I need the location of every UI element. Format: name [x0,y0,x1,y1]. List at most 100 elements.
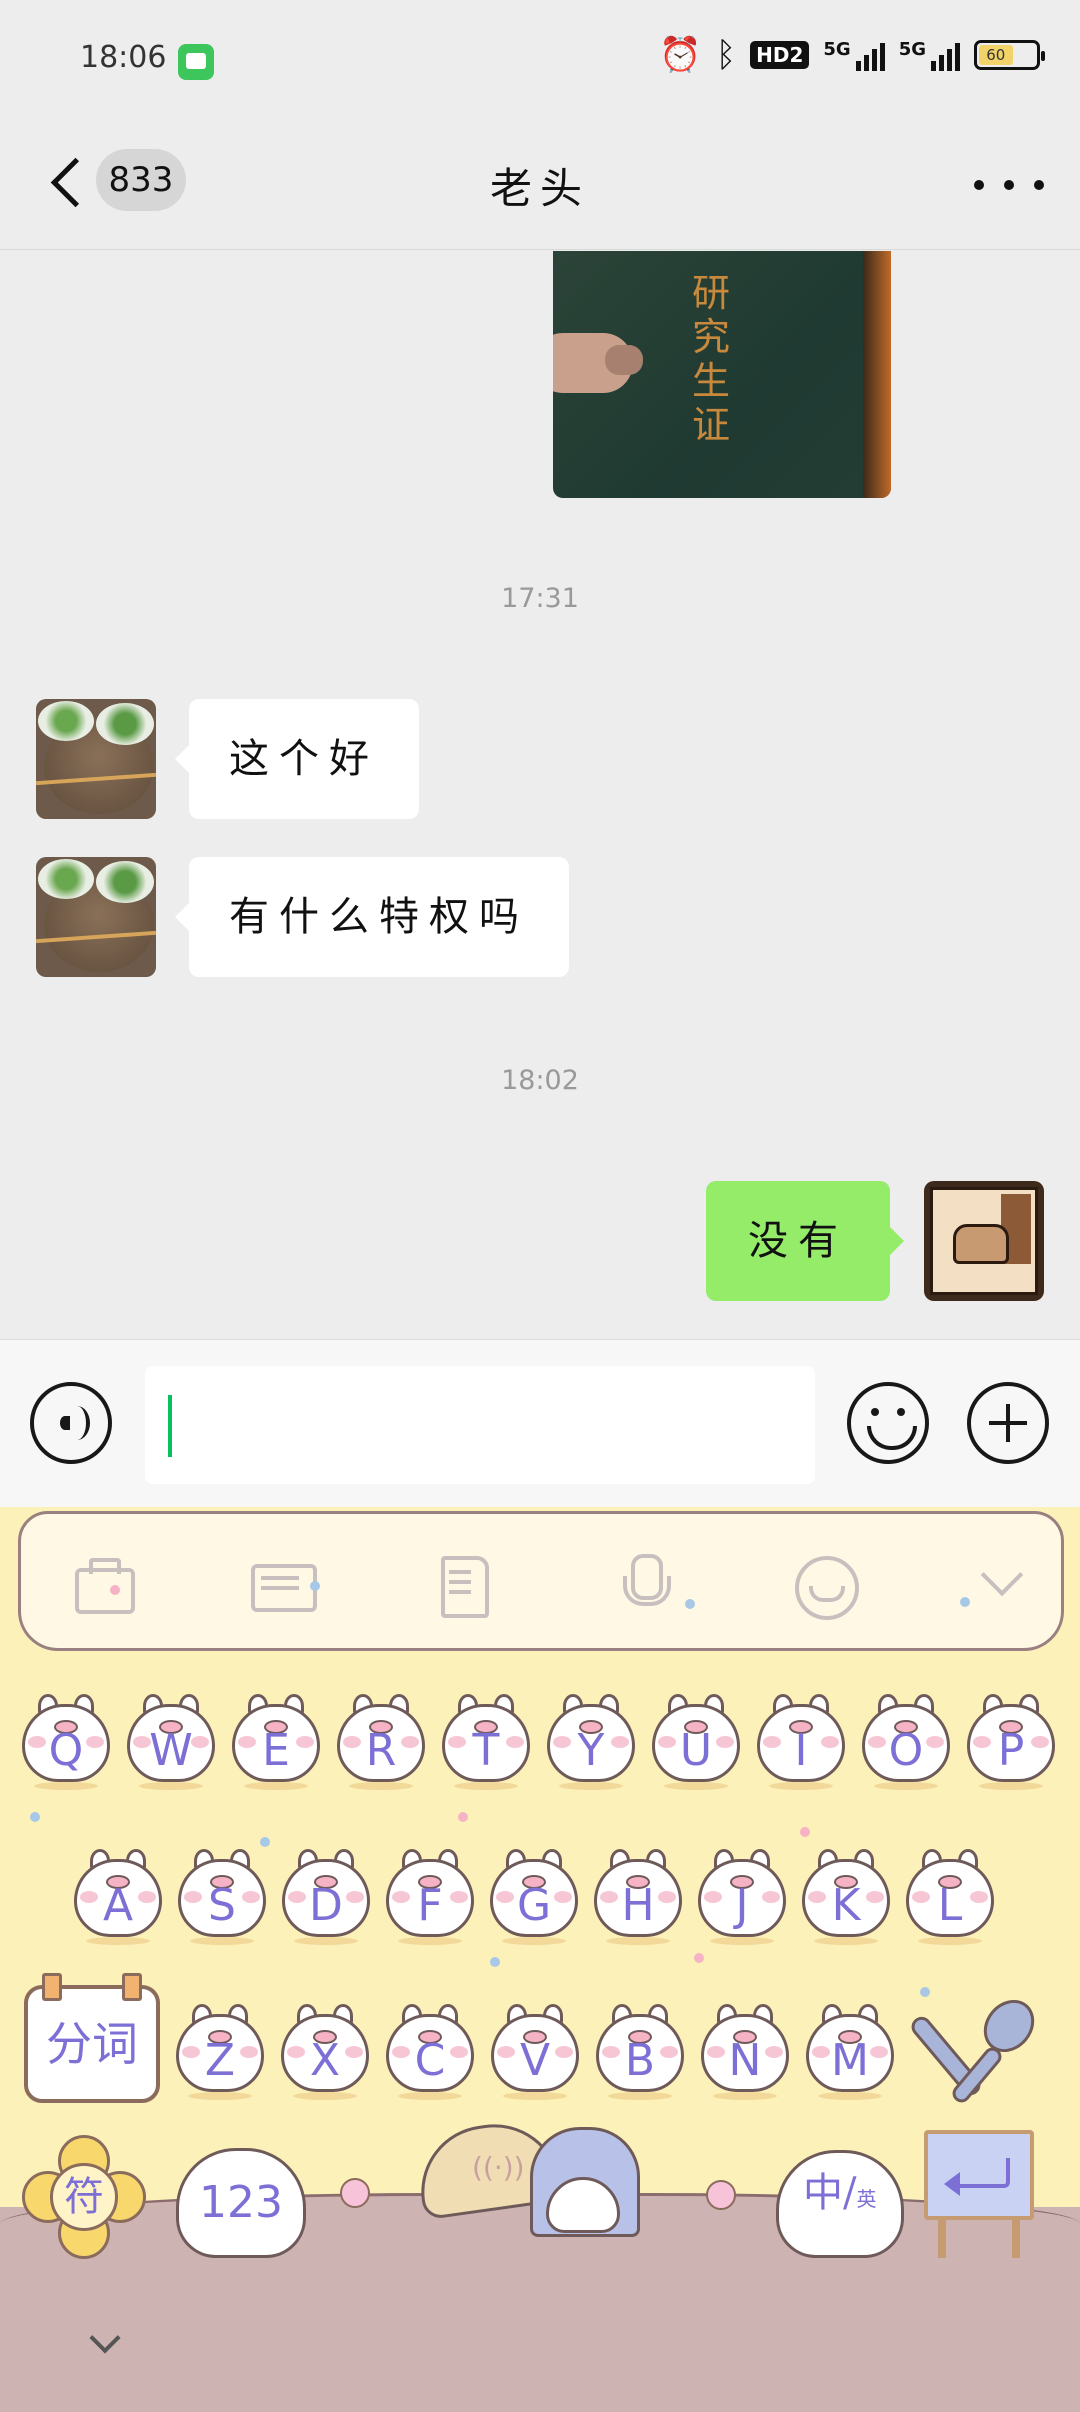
letter-key[interactable]: U [648,1690,744,1790]
alarm-icon: ⏰ [659,35,702,75]
wechat-app-icon [178,44,214,80]
letter-key[interactable]: G [486,1845,582,1945]
letter-key-label: E [262,1725,290,1776]
letter-key-label: N [728,2035,762,2086]
letter-key[interactable]: Z [172,2000,268,2100]
briefcase-icon[interactable] [71,1554,135,1614]
enter-arrow-icon[interactable] [924,2130,1034,2260]
letter-key-label: D [309,1880,343,1931]
letter-key-label: C [414,2035,446,2086]
contact-avatar[interactable] [36,857,156,977]
signal-icon: 5G [899,39,960,71]
letter-key[interactable]: I [753,1690,849,1790]
photo-char: 生 [691,359,730,403]
incoming-message-bubble[interactable]: 这个好 [175,699,419,819]
letter-key-label: Y [577,1725,605,1776]
chat-title: 老头 [489,164,590,213]
letter-key[interactable]: M [802,2000,898,2100]
photo-table-edge [863,251,891,498]
letter-key-label: R [365,1725,397,1776]
signal-label: 5G [898,39,926,60]
letter-key-label: P [997,1725,1025,1776]
photo-char: 证 [691,403,730,447]
keyboard-icon[interactable] [251,1554,317,1614]
letter-key[interactable]: K [798,1845,894,1945]
letter-key[interactable]: Y [543,1690,639,1790]
letter-key-label: A [102,1880,134,1931]
user-avatar[interactable] [924,1181,1044,1301]
letter-key[interactable]: V [487,2000,583,2100]
letter-key[interactable]: X [277,2000,373,2100]
letter-key[interactable]: W [123,1690,219,1790]
voice-icon[interactable] [30,1382,112,1464]
flower-decoration [340,2178,370,2208]
letter-key-label: W [149,1725,193,1776]
letter-key[interactable]: S [174,1845,270,1945]
chevron-down-icon[interactable] [971,1554,1031,1614]
letter-key[interactable]: H [590,1845,686,1945]
letter-key-label: L [937,1880,963,1931]
letter-key[interactable]: T [438,1690,534,1790]
emoji-icon[interactable] [847,1382,929,1464]
letter-key[interactable]: J [694,1845,790,1945]
microphone-icon[interactable] [613,1554,673,1614]
letter-key[interactable]: O [858,1690,954,1790]
symbol-key[interactable]: 符 [22,2135,146,2259]
message-timestamp: 17:31 [501,583,579,614]
letter-key-label: Z [204,2035,236,2086]
chat-header: 833 老头 [0,125,1080,250]
chevron-down-icon[interactable] [88,2325,122,2359]
letter-key[interactable]: P [963,1690,1059,1790]
ime-keyboard [0,1507,1080,2412]
chat-message-list[interactable]: 研 究 生 证 17:31 这个好 有什么特权吗 18:02 没有 [0,251,1080,1339]
letter-key[interactable]: Q [18,1690,114,1790]
outgoing-message-bubble[interactable]: 没有 [706,1181,904,1301]
space-key[interactable]: ((·)) [412,2115,648,2245]
letter-key[interactable]: A [70,1845,166,1945]
emoji-icon[interactable] [793,1554,859,1620]
letter-key-label: O [888,1725,924,1776]
plus-icon[interactable] [967,1382,1049,1464]
letter-key-label: U [679,1725,713,1776]
letter-key-label: V [519,2035,551,2086]
status-icons: ⏰ ᛒ HD2 5G 5G 60 [659,35,1045,75]
photo-nail [605,345,643,375]
letter-key[interactable]: E [228,1690,324,1790]
fork-spoon-backspace-icon[interactable] [907,1989,1048,2107]
contact-avatar[interactable] [36,699,156,819]
message-input-bar [0,1339,1080,1507]
hd-icon: HD2 [750,41,810,69]
letter-key[interactable]: R [333,1690,429,1790]
status-time: 18:06 [80,40,167,75]
symbol-key-label: 符 [50,2163,118,2231]
letter-key[interactable]: F [382,1845,478,1945]
letter-key[interactable]: C [382,2000,478,2100]
letter-key[interactable]: D [278,1845,374,1945]
clipboard-icon[interactable] [431,1554,491,1618]
incoming-message-bubble[interactable]: 有什么特权吗 [175,857,569,977]
letter-key[interactable]: N [697,2000,793,2100]
letter-key[interactable]: L [902,1845,998,1945]
lang-primary: 中 [803,2170,843,2216]
letter-key-label: T [472,1725,500,1776]
image-message[interactable]: 研 究 生 证 [553,251,891,498]
number-key[interactable]: 123 [176,2148,306,2258]
status-bar: 18:06 ⏰ ᛒ HD2 5G 5G 60 [0,0,1080,125]
letter-key[interactable]: B [592,2000,688,2100]
photo-char: 究 [691,315,730,359]
signal-icon: 5G [823,39,885,71]
letter-key-label: S [208,1880,236,1931]
letter-key-label: I [794,1725,808,1776]
letter-key-label: F [417,1880,443,1931]
keyboard-toolbar [18,1511,1064,1651]
segment-key[interactable]: 分词 [24,1973,160,2103]
letter-key-label: X [309,2035,341,2086]
more-dots-icon[interactable] [974,165,1044,205]
text-caret [168,1395,172,1457]
message-input[interactable] [145,1366,815,1484]
letter-key-label: B [624,2035,656,2086]
language-switch-key[interactable]: 中/英 [776,2150,904,2258]
photo-embossed-text: 研 究 生 证 [689,271,733,447]
letter-key-label: J [735,1880,749,1931]
message-timestamp: 18:02 [501,1065,579,1096]
